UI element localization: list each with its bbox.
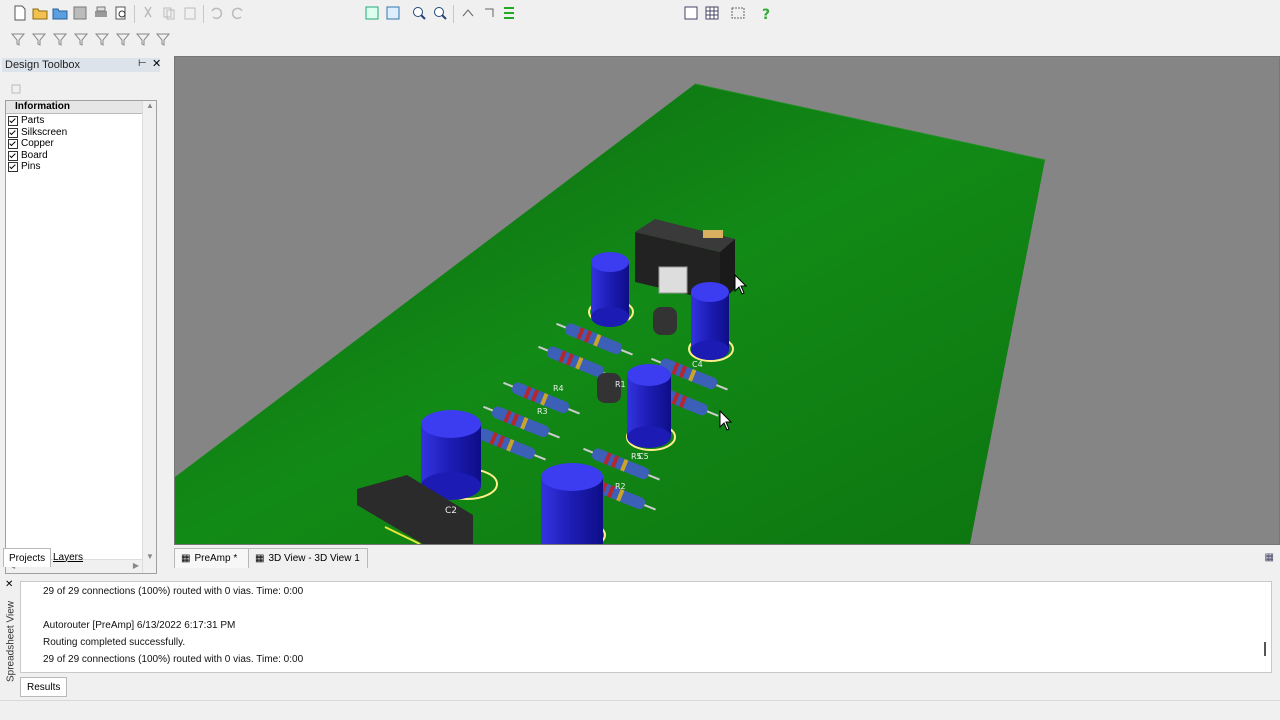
layers-icon[interactable] — [500, 4, 518, 22]
design-toolbox-panel: Design Toolbox ⊢ ✕ Information Parts Sil… — [0, 56, 163, 574]
output-line: 29 of 29 connections (100%) routed with … — [43, 654, 304, 665]
zoom-in-icon[interactable] — [410, 4, 428, 22]
filter-vias-icon[interactable] — [93, 30, 111, 48]
open-project-icon[interactable] — [51, 4, 69, 22]
filter-parts-icon[interactable] — [30, 30, 48, 48]
layer-tree: Information Parts Silkscreen Copper Boar… — [5, 100, 157, 574]
capacitor-c1[interactable] — [588, 252, 634, 327]
silk-label-c4: C4 — [692, 360, 703, 369]
toolbox-title: Design Toolbox — [5, 59, 81, 71]
toolbox-title-bar: Design Toolbox ⊢ ✕ — [2, 57, 161, 72]
filter-text-icon[interactable] — [134, 30, 152, 48]
filter-pins-icon[interactable] — [51, 30, 69, 48]
side-tab-label: Spreadsheet View — [5, 601, 17, 682]
cut-icon[interactable] — [139, 4, 157, 22]
filter-nets-icon[interactable] — [72, 30, 90, 48]
tab-label: PreAmp * — [194, 553, 238, 564]
new-file-icon[interactable] — [11, 4, 29, 22]
3d-view-icon: ▦ — [255, 553, 265, 564]
view-options-icon[interactable]: ▦ — [1265, 552, 1274, 563]
filter-traces-icon[interactable] — [114, 30, 132, 48]
scroll-right-icon[interactable]: ▶ — [133, 561, 139, 570]
paste-icon[interactable] — [181, 4, 199, 22]
output-line: 29 of 29 connections (100%) routed with … — [43, 586, 304, 597]
checkbox-copper[interactable] — [8, 138, 18, 149]
scroll-up-icon[interactable]: ▲ — [146, 101, 154, 110]
scroll-down-icon[interactable]: ▼ — [146, 552, 154, 561]
help-icon[interactable]: ? — [757, 4, 775, 22]
tab-label: Layers — [53, 551, 84, 563]
panel-view-icon[interactable] — [682, 4, 700, 22]
rotate-icon[interactable] — [480, 4, 498, 22]
copy-icon[interactable] — [160, 4, 178, 22]
close-icon[interactable]: ✕ — [152, 57, 161, 70]
close-output-icon[interactable]: ✕ — [5, 579, 13, 590]
filter-icon[interactable] — [9, 30, 27, 48]
tree-item-parts[interactable]: Parts — [8, 115, 44, 126]
main-toolbar: ? — [0, 4, 1280, 28]
undo-icon[interactable] — [207, 4, 225, 22]
output-scrollbar[interactable] — [1264, 642, 1266, 656]
3d-viewport[interactable]: C2 R1 R2 R3 R4 R5 C4 C5 — [174, 56, 1280, 545]
document-tabs: ▦ PreAmp * ▦ 3D View - 3D View 1 ▦ — [174, 548, 1278, 568]
tree-header-label: Information — [15, 101, 70, 112]
tree-item-silkscreen[interactable]: Silkscreen — [8, 127, 67, 138]
svg-text:?: ? — [762, 7, 770, 21]
print-icon[interactable] — [92, 4, 110, 22]
spreadsheet-view-side-tab[interactable]: ✕ Spreadsheet View — [2, 579, 17, 692]
redo-icon[interactable] — [229, 4, 247, 22]
tree-item-label: Silkscreen — [21, 127, 68, 138]
silk-label-c5: C5 — [638, 452, 649, 461]
pin-icon[interactable]: ⊢ — [138, 58, 147, 69]
capacitor-c3[interactable] — [688, 282, 734, 362]
checkbox-board[interactable] — [8, 150, 18, 161]
capacitor-c4[interactable] — [626, 364, 676, 451]
print-preview-icon[interactable] — [112, 4, 130, 22]
tree-header: Information — [6, 101, 142, 114]
tree-item-label: Copper — [21, 138, 54, 149]
refresh-view-icon[interactable] — [384, 4, 402, 22]
checkbox-pins[interactable] — [8, 161, 18, 172]
tree-item-label: Pins — [21, 161, 41, 172]
tab-label: Results — [27, 681, 61, 693]
tab-preamp[interactable]: ▦ PreAmp * — [174, 548, 250, 568]
silk-label-r3: R3 — [537, 407, 548, 416]
checkbox-parts[interactable] — [8, 115, 18, 126]
grid-icon[interactable] — [703, 4, 721, 22]
output-panel: 29 of 29 connections (100%) routed with … — [20, 581, 1272, 673]
schematic-icon: ▦ — [181, 553, 191, 564]
zoom-out-icon[interactable] — [431, 4, 449, 22]
tree-item-label: Board — [21, 150, 48, 161]
tab-label: 3D View - 3D View 1 — [268, 553, 360, 564]
tree-item-board[interactable]: Board — [8, 150, 48, 161]
tree-item-pins[interactable]: Pins — [8, 161, 40, 172]
checkbox-silkscreen[interactable] — [8, 127, 18, 138]
toolbox-options-icon[interactable] — [10, 83, 22, 95]
silk-label-r2: R2 — [615, 482, 626, 491]
output-line: Autorouter [PreAmp] 6/13/2022 6:17:31 PM — [43, 620, 236, 631]
tab-3d-view[interactable]: ▦ 3D View - 3D View 1 — [248, 548, 368, 568]
flip-icon[interactable] — [459, 4, 477, 22]
tab-results[interactable]: Results — [20, 677, 68, 697]
filter-areas-icon[interactable] — [154, 30, 172, 48]
silk-label-c2: C2 — [445, 506, 457, 516]
filter-toolbar — [0, 30, 1280, 54]
tree-item-label: Parts — [21, 115, 45, 126]
capacitor-c5[interactable] — [541, 463, 606, 544]
output-line: Routing completed successfully. — [43, 637, 186, 648]
status-bar — [0, 700, 1280, 719]
fit-view-icon[interactable] — [363, 4, 381, 22]
open-folder-icon[interactable] — [31, 4, 49, 22]
tab-projects[interactable]: Projects — [3, 548, 52, 567]
tree-item-copper[interactable]: Copper — [8, 138, 54, 149]
silk-label-r1: R1 — [615, 380, 626, 389]
silk-label-r4: R4 — [553, 384, 564, 393]
save-icon[interactable] — [71, 4, 89, 22]
3d-scene: C2 R1 R2 R3 R4 R5 C4 C5 — [175, 83, 1046, 544]
tab-label: Projects — [9, 552, 46, 564]
transistor-q1[interactable] — [653, 307, 677, 335]
tree-vertical-scrollbar[interactable]: ▲ ▼ — [142, 101, 156, 573]
tab-layers[interactable]: Layers — [48, 548, 88, 566]
selection-rect-icon[interactable] — [729, 4, 747, 22]
